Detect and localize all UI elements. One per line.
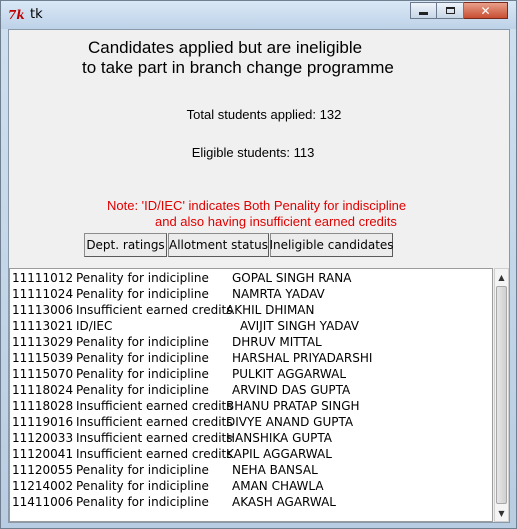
ineligibility-reason: Penality for indicipline: [76, 479, 209, 493]
candidate-id: 11115039: [12, 351, 74, 365]
scroll-down-arrow-icon[interactable]: ▼: [495, 505, 508, 521]
scroll-up-arrow-icon[interactable]: ▲: [495, 269, 508, 285]
candidate-name: PULKIT AGGARWAL: [232, 367, 347, 381]
list-item[interactable]: 11113029 Penality for indicipline DHRUV MI…: [12, 334, 492, 350]
candidate-name: AKASH AGARWAL: [232, 495, 336, 509]
list-item[interactable]: 11115039 Penality for indicipline HARSHAL …: [12, 350, 492, 366]
candidate-id: 11118024: [12, 383, 74, 397]
window-controls: ✕: [410, 2, 508, 19]
ineligibility-reason: Penality for indicipline: [76, 463, 209, 477]
ineligible-candidates-button[interactable]: Ineligible candidates: [269, 233, 394, 257]
note-line1: Note: 'ID/IEC' indicates Both Penality f…: [107, 198, 407, 213]
vertical-scrollbar[interactable]: ▲ ▼: [494, 268, 509, 522]
list-item[interactable]: 11411006 Penality for indicipline AKASH AG…: [12, 494, 492, 510]
list-item[interactable]: 11113006 Insufficient earned credits AKHIL…: [12, 302, 492, 318]
list-item[interactable]: 11120055 Penality for indicipline NEHA BAN…: [12, 462, 492, 478]
list-item[interactable]: 11120033 Insufficient earned credits HANSH…: [12, 430, 492, 446]
window-title: tk: [30, 7, 43, 22]
ineligibility-reason: Penality for indicipline: [76, 335, 209, 349]
ineligibility-reason: Penality for indicipline: [76, 351, 209, 365]
candidate-name: NAMRTA YADAV: [232, 287, 325, 301]
candidate-id: 11111024: [12, 287, 74, 301]
candidate-name: ARVIND DAS GUPTA: [232, 383, 351, 397]
candidate-name: AVIJIT SINGH YADAV: [240, 319, 359, 333]
list-item[interactable]: 11115070 Penality for indicipline PULKIT A…: [12, 366, 492, 382]
list-item[interactable]: 11119016 Insufficient earned credits DIVYE…: [12, 414, 492, 430]
candidate-id: 11214002: [12, 479, 74, 493]
ineligibility-reason: Insufficient earned credits: [76, 399, 233, 413]
ineligibility-reason: Insufficient earned credits: [76, 415, 233, 429]
ineligibility-reason: Penality for indicipline: [76, 495, 209, 509]
list-item[interactable]: 11120041 Insufficient earned credits KAPIL…: [12, 446, 492, 462]
client-area: Candidates applied but are ineligible to…: [8, 29, 510, 523]
close-icon: ✕: [480, 3, 491, 18]
candidate-name: DHRUV MITTAL: [232, 335, 322, 349]
allotment-status-button[interactable]: Allotment status: [168, 233, 269, 257]
total-students-label: Total students applied: 132: [186, 107, 342, 122]
close-button[interactable]: ✕: [464, 2, 508, 19]
candidate-id: 11119016: [12, 415, 74, 429]
ineligibility-reason: Penality for indicipline: [76, 287, 209, 301]
candidate-id: 11120033: [12, 431, 74, 445]
ineligibility-reason: Penality for indicipline: [76, 271, 209, 285]
candidates-listbox[interactable]: 11111012 Penality for indicipline GOPAL SI…: [9, 268, 493, 522]
minimize-button[interactable]: [410, 2, 437, 19]
candidate-name: AKHIL DHIMAN: [226, 303, 315, 317]
note-line2: and also having insufficient earned cred…: [155, 214, 397, 229]
candidate-name: DIVYE ANAND GUPTA: [226, 415, 354, 429]
candidate-id: 11120055: [12, 463, 74, 477]
candidate-name: NEHA BANSAL: [232, 463, 318, 477]
candidate-name: HARSHAL PRIYADARSHI: [232, 351, 373, 365]
ineligibility-reason: Penality for indicipline: [76, 367, 209, 381]
ineligibility-reason: Penality for indicipline: [76, 383, 209, 397]
page-title-line2: to take part in branch change programme: [82, 58, 394, 77]
dept-ratings-button[interactable]: Dept. ratings: [84, 233, 167, 257]
eligible-students-label: Eligible students: 113: [191, 145, 315, 160]
candidate-name: BHANU PRATAP SINGH: [226, 399, 360, 413]
candidate-id: 11113006: [12, 303, 74, 317]
list-item[interactable]: 11111012 Penality for indicipline GOPAL SI…: [12, 270, 492, 286]
list-item[interactable]: 11214002 Penality for indicipline AMAN CHA…: [12, 478, 492, 494]
candidate-id: 11120041: [12, 447, 74, 461]
minimize-icon: [419, 12, 428, 15]
app-window: 7k tk ✕ Candidates applied but are ineli…: [0, 0, 517, 529]
candidate-id: 11115070: [12, 367, 74, 381]
tk-feather-icon: 7k: [8, 8, 25, 22]
candidate-id: 11113021: [12, 319, 74, 333]
candidate-name: KAPIL AGGARWAL: [226, 447, 332, 461]
candidate-name: GOPAL SINGH RANA: [232, 271, 352, 285]
ineligibility-reason: Insufficient earned credits: [76, 431, 233, 445]
maximize-icon: [445, 7, 455, 14]
ineligibility-reason: Insufficient earned credits: [76, 447, 233, 461]
candidate-name: HANSHIKA GUPTA: [226, 431, 332, 445]
title-bar[interactable]: 7k tk ✕: [1, 1, 516, 29]
candidate-id: 11411006: [12, 495, 74, 509]
ineligibility-reason: Insufficient earned credits: [76, 303, 233, 317]
list-item[interactable]: 11118024 Penality for indicipline ARVIND D…: [12, 382, 492, 398]
scrollbar-thumb[interactable]: [496, 286, 507, 504]
candidate-id: 11118028: [12, 399, 74, 413]
candidate-id: 11113029: [12, 335, 74, 349]
list-item[interactable]: 11111024 Penality for indicipline NAMRTA Y…: [12, 286, 492, 302]
button-row: Dept. ratings Allotment status Ineligibl…: [84, 233, 394, 257]
candidate-name: AMAN CHAWLA: [232, 479, 324, 493]
maximize-button[interactable]: [437, 2, 464, 19]
list-item[interactable]: 11118028 Insufficient earned credits BHANU…: [12, 398, 492, 414]
candidate-id: 11111012: [12, 271, 74, 285]
page-title-line1: Candidates applied but are ineligible: [88, 38, 363, 57]
list-item[interactable]: 11113021 ID/IEC AVIJIT SINGH YADAV: [12, 318, 492, 334]
ineligibility-reason: ID/IEC: [76, 319, 113, 333]
